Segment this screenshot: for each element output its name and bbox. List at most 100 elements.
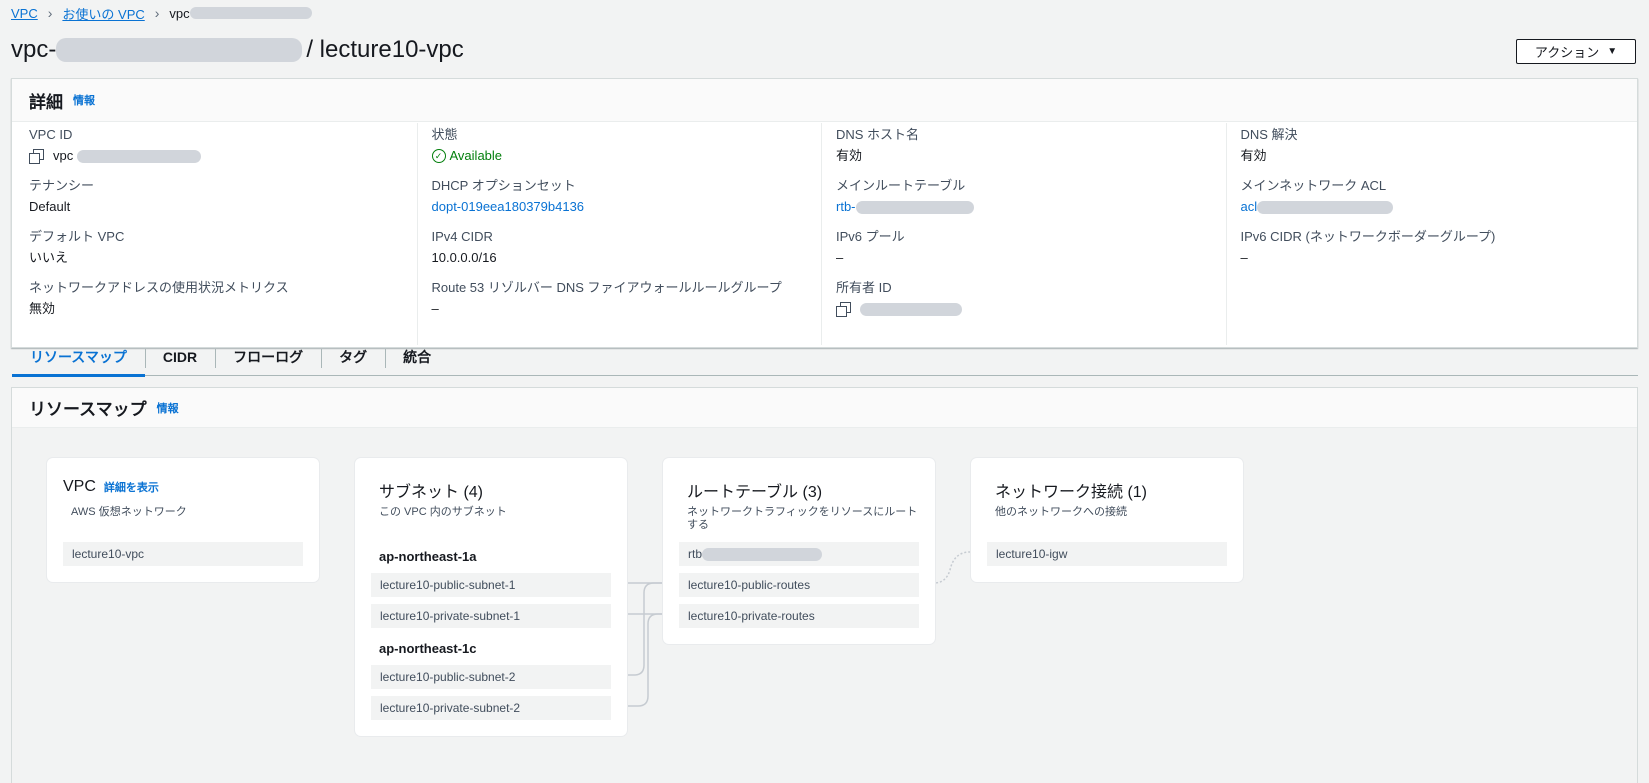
ipv4-cidr-field: IPv4 CIDR 10.0.0.0/16 <box>432 229 497 267</box>
details-column-1: VPC ID vpc テナンシー Default デフォルト VPC いいえ ネ… <box>12 123 417 345</box>
check-circle-icon: ✓ <box>431 149 446 163</box>
redacted-block <box>855 200 974 214</box>
details-title: 詳細 <box>29 92 63 112</box>
default-vpc-label: デフォルト VPC <box>29 229 125 244</box>
network-connection-card: ネットワーク接続 (1) 他のネットワークへの接続 lecture10-igw <box>971 458 1243 582</box>
vpc-detail-link[interactable]: 詳細を表示 <box>104 479 159 495</box>
tab-cidr[interactable]: CIDR <box>144 338 215 375</box>
ipv4-cidr-label: IPv4 CIDR <box>431 229 493 244</box>
subnet-item[interactable]: lecture10-private-subnet-2 <box>371 696 611 720</box>
availability-zone-label: ap-northeast-1a <box>379 549 477 564</box>
details-panel: 詳細 情報 VPC ID vpc テナンシー Default デフォルト VPC… <box>11 78 1638 348</box>
dns-resolution-label: DNS 解決 <box>1240 127 1298 142</box>
redacted-block <box>189 7 312 19</box>
actions-button[interactable]: アクション ▼ <box>1516 39 1636 64</box>
main-route-table-label: メインルートテーブル <box>836 178 966 193</box>
tab-integrations[interactable]: 統合 <box>385 338 449 375</box>
ipv6-cidr-value: – <box>1240 250 1248 265</box>
ipv6-cidr-field: IPv6 CIDR (ネットワークボーダーグループ) – <box>1241 229 1496 267</box>
dns-hostname-field: DNS ホスト名 有効 <box>836 127 919 165</box>
default-vpc-value: いいえ <box>29 250 69 265</box>
page-title-prefix: vpc- <box>11 36 57 63</box>
ipv6-pool-value: – <box>836 250 844 265</box>
details-column-3: DNS ホスト名 有効 メインルートテーブル rtb- IPv6 プール – 所… <box>821 123 1226 345</box>
dns-hostname-value: 有効 <box>836 148 863 163</box>
network-connection-card-title: ネットワーク接続 (1) <box>995 484 1148 501</box>
resource-map-info-link[interactable]: 情報 <box>157 400 179 416</box>
redacted-block <box>1257 200 1394 214</box>
copy-icon[interactable] <box>29 149 44 164</box>
redacted-block <box>702 547 823 561</box>
route-table-card-title: ルートテーブル (3) <box>687 484 823 501</box>
dhcp-field: DHCP オプションセット dopt-019eea180379b4136 <box>432 178 585 216</box>
tab-flow-logs[interactable]: フローログ <box>215 338 321 375</box>
ipv6-pool-field: IPv6 プール – <box>836 229 905 267</box>
chevron-right-icon: › <box>47 5 53 21</box>
tenancy-label: テナンシー <box>29 178 95 193</box>
tenancy-value: Default <box>29 199 71 214</box>
redacted-block <box>56 38 303 62</box>
net-metrics-label: ネットワークアドレスの使用状況メトリクス <box>29 280 289 295</box>
details-header: 詳細 情報 <box>12 79 1637 122</box>
breadcrumb-your-vpcs-link[interactable]: お使いの VPC <box>62 4 144 23</box>
resource-map-title: リソースマップ <box>29 400 147 419</box>
vpc-card-title-text: VPC <box>63 478 96 495</box>
state-label: 状態 <box>431 127 458 142</box>
subnet-card-title: サブネット (4) <box>379 484 484 501</box>
subnet-item[interactable]: lecture10-public-subnet-2 <box>371 665 611 689</box>
vpc-card-subtitle: AWS 仮想ネットワーク <box>71 506 187 518</box>
vpc-id-field: VPC ID vpc <box>29 127 202 165</box>
resource-map-panel: リソースマップ 情報 VPC 詳細を表示 AWS 仮想ネットワーク lectur… <box>11 387 1638 783</box>
main-route-table-link[interactable]: rtb- <box>836 198 856 216</box>
chevron-right-icon: › <box>154 5 160 21</box>
subnet-card-subtitle: この VPC 内のサブネット <box>379 506 507 518</box>
resource-map-header: リソースマップ 情報 <box>12 388 1637 428</box>
route-table-card: ルートテーブル (3) ネットワークトラフィックをリソースにルート する rtb… <box>663 458 935 644</box>
main-acl-field: メインネットワーク ACL acl <box>1241 178 1394 216</box>
breadcrumb: VPC › お使いの VPC › vpc <box>11 4 312 22</box>
availability-zone-label: ap-northeast-1c <box>379 641 477 656</box>
main-acl-link[interactable]: acl <box>1241 198 1258 216</box>
route-table-subtitle-line2: する <box>687 519 709 531</box>
state-field: 状態 ✓ Available <box>431 127 503 165</box>
dns-resolution-field: DNS 解決 有効 <box>1241 127 1298 165</box>
route53-value: – <box>431 301 439 316</box>
vpc-id-label: VPC ID <box>29 127 73 142</box>
owner-id-label: 所有者 ID <box>836 280 892 295</box>
tab-bar: リソースマップ CIDR フローログ タグ 統合 <box>12 338 1638 377</box>
route-table-item[interactable]: lecture10-private-routes <box>679 604 919 628</box>
copy-icon[interactable] <box>836 302 851 317</box>
dhcp-label: DHCP オプションセット <box>431 178 576 193</box>
vpc-id-prefix: vpc <box>53 148 74 163</box>
vpc-item[interactable]: lecture10-vpc <box>63 542 303 566</box>
network-connection-card-subtitle: 他のネットワークへの接続 <box>995 506 1127 518</box>
subnet-item[interactable]: lecture10-private-subnet-1 <box>371 604 611 628</box>
subnet-card: サブネット (4) この VPC 内のサブネット ap-northeast-1a… <box>355 458 627 736</box>
dhcp-link[interactable]: dopt-019eea180379b4136 <box>432 198 585 216</box>
dns-resolution-value: 有効 <box>1240 148 1267 163</box>
subnet-item[interactable]: lecture10-public-subnet-1 <box>371 573 611 597</box>
ipv6-cidr-label: IPv6 CIDR (ネットワークボーダーグループ) <box>1240 229 1496 244</box>
dns-hostname-label: DNS ホスト名 <box>836 127 920 142</box>
route-table-item-main[interactable]: rtb <box>679 542 919 566</box>
breadcrumb-vpc-link[interactable]: VPC <box>11 6 38 21</box>
route-table-subtitle-line1: ネットワークトラフィックをリソースにルート <box>687 506 918 518</box>
route53-field: Route 53 リゾルバー DNS ファイアウォールルールグループ – <box>432 280 782 318</box>
tab-resource-map[interactable]: リソースマップ <box>12 338 145 377</box>
tab-tags[interactable]: タグ <box>321 338 385 375</box>
route-table-item[interactable]: lecture10-public-routes <box>679 573 919 597</box>
caret-down-icon: ▼ <box>1607 46 1618 57</box>
breadcrumb-current: vpc <box>169 6 312 21</box>
redacted-block <box>860 302 962 316</box>
ipv4-cidr-value: 10.0.0.0/16 <box>431 250 497 265</box>
route-table-card-subtitle: ネットワークトラフィックをリソースにルート する <box>687 506 917 532</box>
details-column-2: 状態 ✓ Available DHCP オプションセット dopt-019eea… <box>416 123 822 345</box>
ipv6-pool-label: IPv6 プール <box>836 229 905 244</box>
route-table-main-prefix: rtb <box>688 547 703 561</box>
details-info-link[interactable]: 情報 <box>73 92 95 108</box>
state-value: Available <box>449 148 503 163</box>
owner-id-field: 所有者 ID <box>836 280 962 318</box>
tenancy-field: テナンシー Default <box>29 178 94 216</box>
details-column-4: DNS 解決 有効 メインネットワーク ACL acl IPv6 CIDR (ネ… <box>1225 123 1631 345</box>
network-connection-item[interactable]: lecture10-igw <box>987 542 1227 566</box>
